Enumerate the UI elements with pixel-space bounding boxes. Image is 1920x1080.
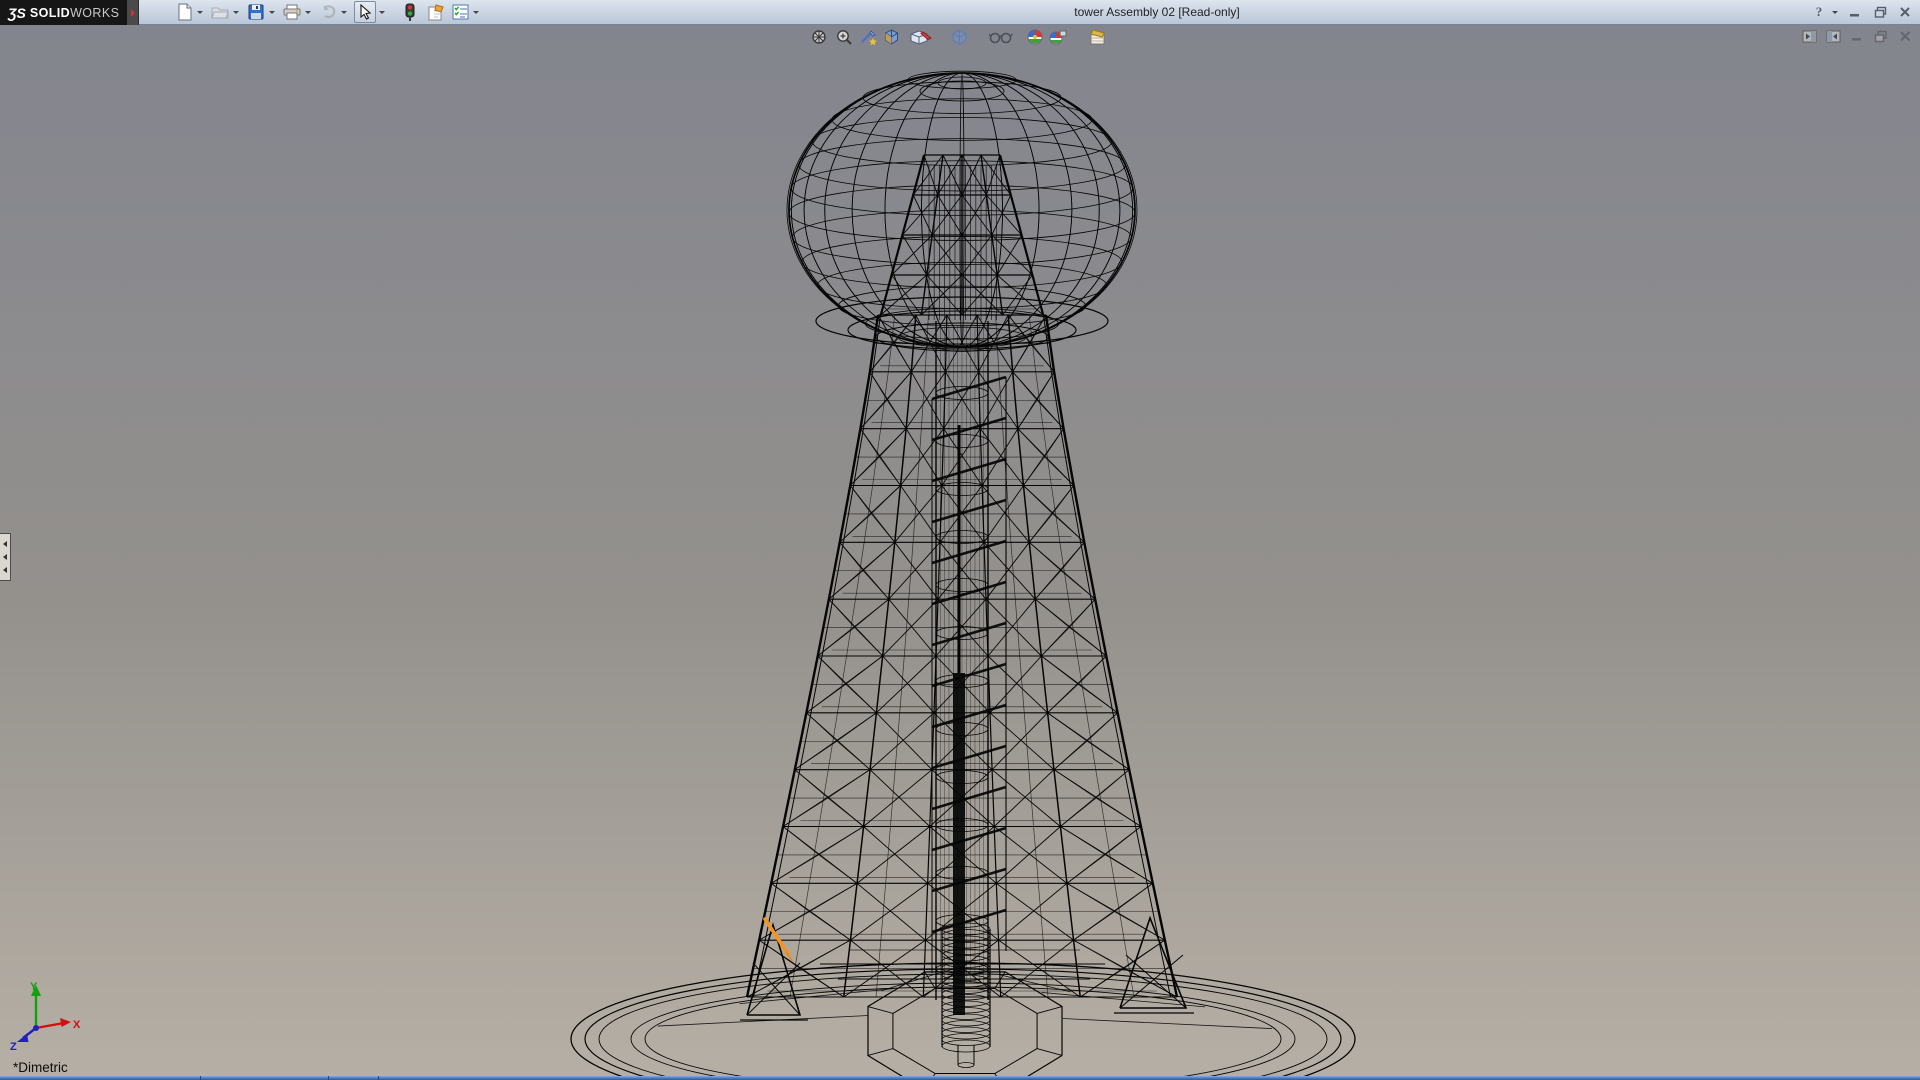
document-window-controls (1799, 28, 1915, 44)
view-orientation-label: *Dimetric (13, 1060, 68, 1075)
print-caret[interactable] (302, 2, 314, 22)
headsup-view-toolbar (810, 28, 1107, 46)
flyout-arrow-icon (130, 8, 135, 17)
open-document-caret[interactable] (230, 2, 242, 22)
close-document-icon (1899, 31, 1910, 42)
appearance-ball-icon (1027, 29, 1043, 45)
close-icon (1900, 7, 1910, 17)
collapse-arrow-icon (3, 554, 7, 560)
save-caret[interactable] (266, 2, 278, 22)
z-axis-label: Z (10, 1041, 17, 1052)
section-view-button[interactable] (859, 28, 877, 46)
zoom-to-area-button[interactable] (835, 28, 853, 46)
select-tool-caret[interactable] (376, 2, 388, 22)
zoom-to-area-icon (837, 30, 852, 45)
split-pane-left-icon (1802, 30, 1816, 42)
z-axis-arrow (17, 1034, 29, 1042)
collapse-arrow-icon (3, 567, 7, 573)
view-settings-button[interactable] (1089, 28, 1107, 46)
restore-document-button[interactable] (1871, 28, 1891, 44)
new-document-caret[interactable] (194, 2, 206, 22)
3d-drawing-view-button[interactable] (908, 28, 934, 46)
brand-works: WORKS (70, 5, 120, 20)
window-controls: ? (1811, 0, 1916, 24)
main-toolbar (172, 0, 484, 24)
solidworks-logo: ƷS SOLID WORKS (0, 0, 127, 25)
brand-mark: ƷS (8, 4, 26, 21)
model-wireframe[interactable] (0, 25, 1920, 1076)
view-orientation-cube-icon (884, 29, 898, 45)
apply-scene-icon (1049, 30, 1067, 45)
restore-document-icon (1874, 30, 1887, 42)
minimize-icon (1850, 14, 1859, 17)
undo-icon (323, 5, 336, 19)
split-pane-left-button[interactable] (1799, 28, 1819, 44)
section-view-icon (860, 30, 877, 45)
status-bar-sliver (0, 1076, 1920, 1080)
zoom-to-fit-icon (812, 30, 826, 44)
apply-scene-button[interactable] (1049, 28, 1067, 46)
comment-note-button[interactable] (426, 2, 446, 22)
collapse-arrow-icon (3, 541, 7, 547)
eyeglasses-icon (989, 32, 1013, 44)
select-tool-button[interactable] (354, 1, 376, 23)
help-icon: ? (1815, 4, 1823, 19)
view-orientation-button[interactable] (882, 28, 900, 46)
view-settings-icon (1090, 29, 1105, 45)
hide-show-items-button[interactable] (988, 28, 1014, 46)
help-button[interactable]: ? (1811, 3, 1827, 21)
undo-caret[interactable] (338, 2, 350, 22)
menu-flyout-arrow[interactable] (127, 0, 139, 25)
print-button[interactable] (282, 2, 302, 22)
split-pane-right-icon (1826, 30, 1840, 42)
x-axis-arrow (60, 1018, 71, 1027)
help-caret[interactable] (1830, 2, 1839, 22)
reference-triad: Y X Z (10, 981, 81, 1052)
options-caret[interactable] (470, 2, 482, 22)
3d-drawing-view-icon (910, 30, 932, 45)
new-document-button[interactable] (174, 2, 194, 22)
print-icon (283, 4, 301, 20)
save-icon (248, 4, 264, 20)
open-document-button[interactable] (210, 2, 230, 22)
traffic-light-icon (405, 3, 415, 21)
graphics-viewport[interactable]: Y X Z *Dimetric (0, 25, 1920, 1076)
save-button[interactable] (246, 2, 266, 22)
y-axis-label: Y (30, 981, 38, 993)
minimize-document-icon (1851, 38, 1861, 41)
restore-button[interactable] (1869, 3, 1891, 21)
feature-panel-collapsed-tab[interactable] (0, 533, 11, 581)
zoom-to-fit-button[interactable] (810, 28, 828, 46)
x-axis-label: X (73, 1019, 81, 1031)
checklist-icon (452, 4, 468, 20)
undo-button[interactable] (318, 2, 338, 22)
display-style-icon (952, 29, 966, 45)
close-document-button[interactable] (1895, 28, 1915, 44)
close-button[interactable] (1894, 3, 1916, 21)
select-cursor-icon (360, 4, 372, 20)
new-document-icon (178, 3, 191, 21)
minimize-document-button[interactable] (1847, 28, 1867, 44)
window-title: tower Assembly 02 [Read-only] (1074, 5, 1240, 19)
open-document-icon (211, 7, 229, 19)
brand-solid: SOLID (29, 5, 71, 20)
titlebar: ƷS SOLID WORKS tower Assembly 02 [Read-o… (0, 0, 1920, 25)
options-button[interactable] (450, 2, 470, 22)
note-hand-icon (428, 3, 444, 20)
edit-appearance-button[interactable] (1026, 28, 1044, 46)
display-style-button[interactable] (950, 28, 968, 46)
split-pane-right-button[interactable] (1823, 28, 1843, 44)
restore-icon (1874, 6, 1886, 18)
minimize-button[interactable] (1844, 3, 1866, 21)
rebuild-button[interactable] (400, 2, 420, 22)
